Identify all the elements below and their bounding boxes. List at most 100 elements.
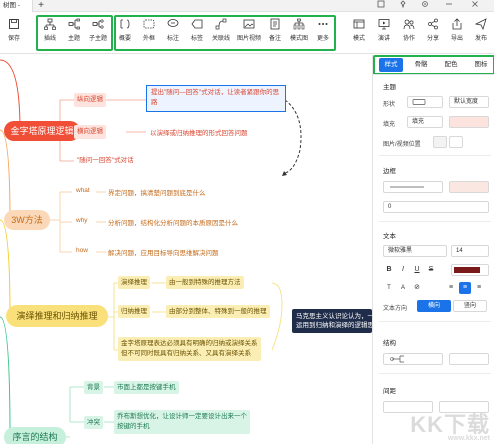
template-icon <box>293 18 305 30</box>
save-icon <box>9 19 19 29</box>
marxism-callout[interactable]: 马克思主义认识论认为，一 运用到归纳和演绎的逻辑思 <box>292 309 372 333</box>
root-pyramid-logic[interactable]: 金字塔原理逻辑 <box>4 121 80 141</box>
leaf-why-desc[interactable]: 分析问题，结构化分析问题的本质原因是什么 <box>108 217 238 227</box>
subtopic-button[interactable]: 子主题 <box>86 18 110 42</box>
image-video-button[interactable]: 图片视频 <box>235 18 263 42</box>
font-size-select[interactable]: 14 <box>451 245 489 257</box>
node-how[interactable]: how <box>76 247 88 254</box>
shape-select[interactable] <box>407 96 443 108</box>
add-tab-button[interactable]: + <box>36 1 46 11</box>
image-position-left-icon[interactable] <box>433 136 447 148</box>
bold-icon[interactable]: B <box>383 264 395 276</box>
fill-color-swatch[interactable] <box>449 116 489 128</box>
node-horizontal-logic[interactable]: 横向逻辑 <box>74 125 106 139</box>
underline-icon[interactable]: U <box>411 264 423 276</box>
leaf-deduction-induction[interactable]: 以演绎或归纳推理的形式回答问题 <box>150 127 248 137</box>
fill-select[interactable]: 填充 <box>407 116 443 128</box>
share-button[interactable]: 分享 <box>421 18 445 42</box>
document-tab[interactable]: 树图 - <box>0 0 33 12</box>
topic-button[interactable]: 主题 <box>62 18 86 42</box>
send-icon <box>475 18 487 30</box>
collaborate-button[interactable]: 协作 <box>397 18 421 42</box>
spacing-section-title: 间距 <box>383 388 396 395</box>
tag-icon <box>191 19 203 29</box>
minimize-icon[interactable] <box>440 0 458 12</box>
node-induction[interactable]: 归纳推理 <box>118 305 150 318</box>
font-family-select[interactable]: 微软雅黑 <box>383 245 447 257</box>
font-color-picker[interactable] <box>451 264 489 276</box>
structure-style-select[interactable] <box>449 353 489 365</box>
node-pyramid-relation[interactable]: 金字塔原理表达必须具有明确的归纳或演绎关系 但不可同时既具有归纳关系、又具有演绎… <box>118 337 261 361</box>
align-center-icon[interactable]: ≡ <box>459 282 471 294</box>
publish-button[interactable]: 发布 <box>469 18 493 42</box>
font-color-swatch <box>454 267 480 273</box>
leaf-what-desc[interactable]: 界定问题，搞清楚问题到底是什么 <box>108 187 206 197</box>
leaf-induction-desc[interactable]: 由部分到整体、特殊到一般的推理 <box>166 305 270 318</box>
node-vertical-logic[interactable]: 纵向逻辑 <box>74 93 106 107</box>
node-what[interactable]: what <box>76 187 90 194</box>
node-conflict[interactable]: 冲突 <box>84 416 103 429</box>
note-button[interactable]: 备注 <box>263 18 287 42</box>
tab-color-scheme[interactable]: 配色 <box>439 58 463 72</box>
root-3w-method[interactable]: 3W方法 <box>4 210 50 230</box>
format-panel: 样式 骨骼 配色 图标 主题 形状 默认宽度 填充 填充 图片/视频位置 边框 … <box>372 55 494 444</box>
leaf-conflict-desc[interactable]: 乔布斯想优化，让设计师一定要设计出来一个 按键的手机 <box>114 410 250 434</box>
strikethrough-icon[interactable]: S <box>425 264 437 276</box>
tab-skeleton[interactable]: 骨骼 <box>409 58 433 72</box>
italic-icon[interactable]: I <box>397 264 409 276</box>
template-button[interactable]: 模式图 <box>287 18 311 42</box>
node-qa-dialog[interactable]: "随问一回答"式对话 <box>74 154 137 168</box>
window-icon[interactable] <box>372 0 390 12</box>
close-icon[interactable] <box>466 0 484 12</box>
divider <box>379 321 491 322</box>
border-style-select[interactable] <box>383 181 443 193</box>
leaf-background-desc[interactable]: 市面上都是按键手机 <box>114 381 179 394</box>
subtopic-icon <box>92 19 104 29</box>
tab-style[interactable]: 样式 <box>379 58 403 72</box>
mode-icon <box>353 19 365 29</box>
more-button[interactable]: 更多 <box>311 18 335 42</box>
node-background[interactable]: 背景 <box>84 381 103 394</box>
present-icon <box>378 19 390 30</box>
text-direction-label: 文本方向 <box>383 306 408 312</box>
settings-icon[interactable] <box>416 0 434 12</box>
node-deduction[interactable]: 演绎推理 <box>118 276 150 289</box>
root-preface-structure[interactable]: 序言的结构 <box>4 427 66 444</box>
boundary-button[interactable]: 外框 <box>137 18 161 42</box>
root-deduction-induction[interactable]: 演绎推理和归纳推理 <box>6 305 108 327</box>
leaf-qa-dialog-desc[interactable]: 提出"随问—回答"式对话，让读者紧跟你的思路 <box>146 85 286 112</box>
pin-icon[interactable] <box>394 0 412 12</box>
mindmap-canvas[interactable]: 金字塔原理逻辑 纵向逻辑 横向逻辑 "随问一回答"式对话 提出"随问—回答"式对… <box>0 55 372 444</box>
align-left-icon[interactable]: ≡ <box>445 282 457 294</box>
insert-line-icon <box>44 18 56 30</box>
text-direction-horizontal[interactable]: 横向 <box>417 300 451 312</box>
callout-button[interactable]: 标注 <box>161 18 185 42</box>
label-button[interactable]: 标签 <box>185 18 209 42</box>
structure-select[interactable] <box>383 353 443 365</box>
export-button[interactable]: 导出 <box>445 18 469 42</box>
text-clear-icon[interactable]: ⊘ <box>411 282 423 294</box>
site-watermark: KK下载 www.kkx.net <box>410 412 490 442</box>
insert-line-button[interactable]: 插线 <box>38 18 62 42</box>
border-color-swatch[interactable] <box>449 181 489 193</box>
text-direction-vertical[interactable]: 竖向 <box>453 300 487 312</box>
main-toolbar: 保存 插线 主题 子主题 概要 外框 标注 标签 关联线 图片视频 备注 模式图… <box>0 12 494 54</box>
image-icon <box>243 19 255 29</box>
summary-button[interactable]: 概要 <box>113 18 137 42</box>
leaf-deduction-desc[interactable]: 由一般到特殊的推理方法 <box>166 276 244 289</box>
text-size-icon[interactable]: A <box>397 282 409 294</box>
title-bar: 树图 - + <box>0 0 494 12</box>
node-why[interactable]: why <box>76 217 88 224</box>
save-button[interactable]: 保存 <box>2 18 26 42</box>
present-button[interactable]: 演讲 <box>372 18 396 42</box>
relationship-button[interactable]: 关联线 <box>209 18 233 42</box>
tab-icons[interactable]: 图标 <box>469 58 493 72</box>
leaf-how-desc[interactable]: 解决问题，应用目标导向思维解决问题 <box>108 247 219 257</box>
boundary-icon <box>143 19 155 29</box>
image-position-top-icon[interactable] <box>449 136 463 148</box>
width-select[interactable]: 默认宽度 <box>449 96 489 108</box>
mode-button[interactable]: 模式 <box>347 18 371 42</box>
text-case-icon[interactable]: T <box>383 282 395 294</box>
align-right-icon[interactable]: ≡ <box>473 282 485 294</box>
border-width-select[interactable]: 0 <box>383 201 489 213</box>
